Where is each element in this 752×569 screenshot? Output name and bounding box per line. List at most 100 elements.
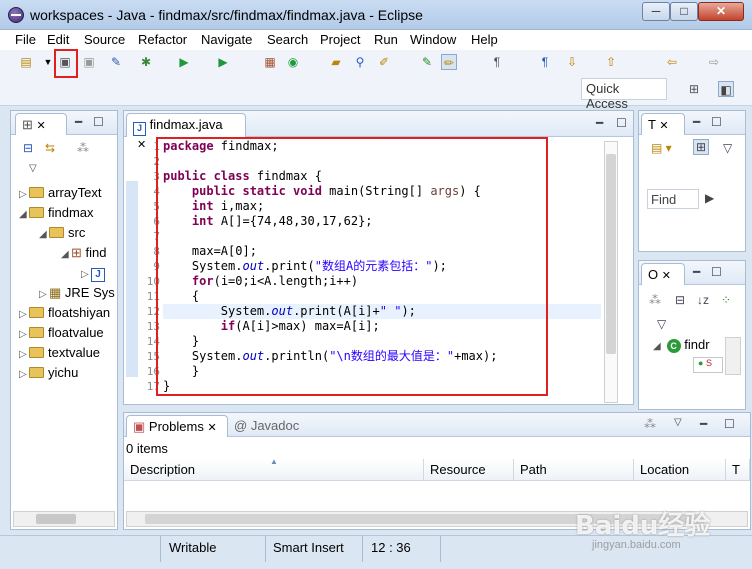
hide-nonpublic-icon[interactable]: ⁘ <box>721 293 731 307</box>
maximize-button[interactable]: □ <box>670 2 698 21</box>
menu-run[interactable]: Run <box>374 32 398 47</box>
vertical-scrollbar[interactable] <box>604 141 618 403</box>
save-all-icon[interactable]: ▣ <box>81 54 97 70</box>
tree-item[interactable]: ▷ yichu <box>19 365 78 380</box>
expand-icon[interactable]: ▷ <box>81 269 91 280</box>
menu-search[interactable]: Search <box>267 32 308 47</box>
close-button[interactable]: ✕ <box>698 2 744 21</box>
hide-static-icon[interactable]: ⊟ <box>675 293 685 307</box>
run-icon[interactable]: ▶ <box>176 54 192 70</box>
maximize-view-icon[interactable]: ☐ <box>93 115 104 129</box>
pin-icon[interactable]: ✎ <box>108 54 124 70</box>
collapse-icon[interactable]: ◢ <box>61 249 71 260</box>
column-location[interactable]: Location <box>634 459 726 481</box>
scrollbar-thumb[interactable] <box>606 154 616 354</box>
filter-dropdown-icon[interactable]: ▽ <box>29 163 37 174</box>
menu-refactor[interactable]: Refactor <box>138 32 187 47</box>
minimize-view-icon[interactable]: ━ <box>693 265 700 279</box>
javadoc-tab[interactable]: @ Javadoc <box>234 418 299 433</box>
prev-annotation-icon[interactable]: ⇧ <box>603 54 619 70</box>
debug-icon[interactable]: ✱ <box>138 54 154 70</box>
collapse-icon[interactable]: ◢ <box>39 229 49 240</box>
minimize-button[interactable]: ─ <box>642 2 670 21</box>
minimize-view-icon[interactable]: ━ <box>700 417 707 431</box>
word-wrap-icon[interactable]: ¶ <box>537 54 553 70</box>
mark-occurrences-icon[interactable]: ✎ <box>419 54 435 70</box>
close-icon[interactable]: ✕ <box>207 422 216 434</box>
collapse-all-icon[interactable]: ⊟ <box>23 141 33 155</box>
editor-tab[interactable]: J findmax.java ✕ <box>126 113 246 151</box>
expand-icon[interactable]: ▷ <box>19 349 29 360</box>
scrollbar-thumb[interactable] <box>36 514 76 524</box>
minimize-view-icon[interactable]: ━ <box>75 115 82 129</box>
find-field[interactable]: Find <box>647 189 699 209</box>
next-annotation-icon[interactable]: ⇩ <box>564 54 580 70</box>
sort-icon[interactable]: ↓z <box>697 293 709 307</box>
column-description[interactable]: Description ▲ <box>124 457 424 481</box>
outline-tab[interactable]: O ✕ <box>641 263 685 285</box>
menu-navigate[interactable]: Navigate <box>201 32 252 47</box>
problems-tab[interactable]: ▣ Problems ✕ <box>126 415 228 437</box>
tree-item[interactable]: ▷ ▦ JRE Sys <box>39 285 115 301</box>
close-icon[interactable]: ✕ <box>662 270 671 282</box>
menu-help[interactable]: Help <box>471 32 498 47</box>
tree-item[interactable]: ▷ textvalue <box>19 345 100 360</box>
maximize-view-icon[interactable]: ☐ <box>616 116 627 130</box>
back-icon[interactable]: ⇦ <box>664 54 680 70</box>
new-java-project-icon[interactable]: ▦ <box>262 54 278 70</box>
expand-icon[interactable]: ▷ <box>19 329 29 340</box>
show-whitespace-icon[interactable]: ¶ <box>489 54 505 70</box>
tree-item[interactable]: ◢ ⊞ find <box>61 245 107 261</box>
menu-file[interactable]: File <box>15 32 36 47</box>
vertical-scrollbar[interactable] <box>725 337 741 375</box>
outline-class-item[interactable]: ◢ C findr <box>653 337 710 353</box>
menu-project[interactable]: Project <box>320 32 360 47</box>
categorize-icon[interactable]: ⊞ <box>693 139 710 155</box>
view-dropdown-icon[interactable]: ▽ <box>674 417 682 428</box>
search-icon[interactable]: ⚲ <box>352 54 368 70</box>
quick-access-field[interactable]: Quick Access <box>581 78 667 111</box>
view-menu-icon[interactable]: ⁂ <box>644 417 656 431</box>
expand-icon[interactable]: ▷ <box>19 309 29 320</box>
main-method-item[interactable]: ● S <box>693 357 723 373</box>
package-explorer-tab[interactable]: ⊞ ✕ <box>15 113 67 135</box>
column-path[interactable]: Path <box>514 459 634 481</box>
expand-icon[interactable]: ▷ <box>39 289 49 300</box>
block-selection-icon[interactable]: ✏ <box>441 54 457 70</box>
menu-edit[interactable]: Edit <box>47 32 69 47</box>
menu-source[interactable]: Source <box>84 32 125 47</box>
filter-icon[interactable]: ▽ <box>723 141 732 155</box>
pen-icon[interactable]: ✐ <box>376 54 392 70</box>
menu-window[interactable]: Window <box>410 32 456 47</box>
collapse-icon[interactable]: ◢ <box>653 341 663 352</box>
maximize-view-icon[interactable]: ☐ <box>711 265 722 279</box>
collapse-icon[interactable]: ◢ <box>19 209 29 220</box>
task-list-tab[interactable]: T ✕ <box>641 113 685 135</box>
close-icon[interactable]: ✕ <box>659 120 668 132</box>
view-menu-icon[interactable]: ⁂ <box>77 141 89 155</box>
tree-item[interactable]: ▷ floatshiyan <box>19 305 110 320</box>
tree-item[interactable]: ◢ findmax <box>19 205 94 220</box>
java-perspective-icon[interactable]: ◧ <box>718 81 734 97</box>
close-icon[interactable]: ✕ <box>37 120 46 132</box>
tree-item[interactable]: ▷ floatvalue <box>19 325 104 340</box>
filter-dropdown-icon[interactable]: ▽ <box>657 317 666 331</box>
open-type-icon[interactable]: ▰ <box>328 54 344 70</box>
minimize-view-icon[interactable]: ━ <box>693 115 700 129</box>
forward-icon[interactable]: ⇨ <box>706 54 722 70</box>
new-icon[interactable]: ▤ <box>18 54 34 70</box>
tree-item[interactable]: ▷ arrayText <box>19 185 101 200</box>
external-tools-icon[interactable]: ▶ <box>215 54 231 70</box>
column-resource[interactable]: Resource <box>424 459 514 481</box>
maximize-view-icon[interactable]: ☐ <box>711 115 722 129</box>
link-editor-icon[interactable]: ⇆ <box>45 141 55 155</box>
tree-item[interactable]: ▷ J <box>81 265 105 282</box>
minimize-view-icon[interactable]: ━ <box>596 116 603 130</box>
run-find-icon[interactable]: ▶ <box>705 191 714 205</box>
expand-icon[interactable]: ▷ <box>19 369 29 380</box>
column-type[interactable]: T <box>726 459 750 481</box>
new-task-icon[interactable]: ▤ ▾ <box>651 141 672 155</box>
tree-item[interactable]: ◢ src <box>39 225 85 240</box>
new-class-icon[interactable]: ◉ <box>285 54 301 70</box>
horizontal-scrollbar[interactable] <box>13 511 115 527</box>
